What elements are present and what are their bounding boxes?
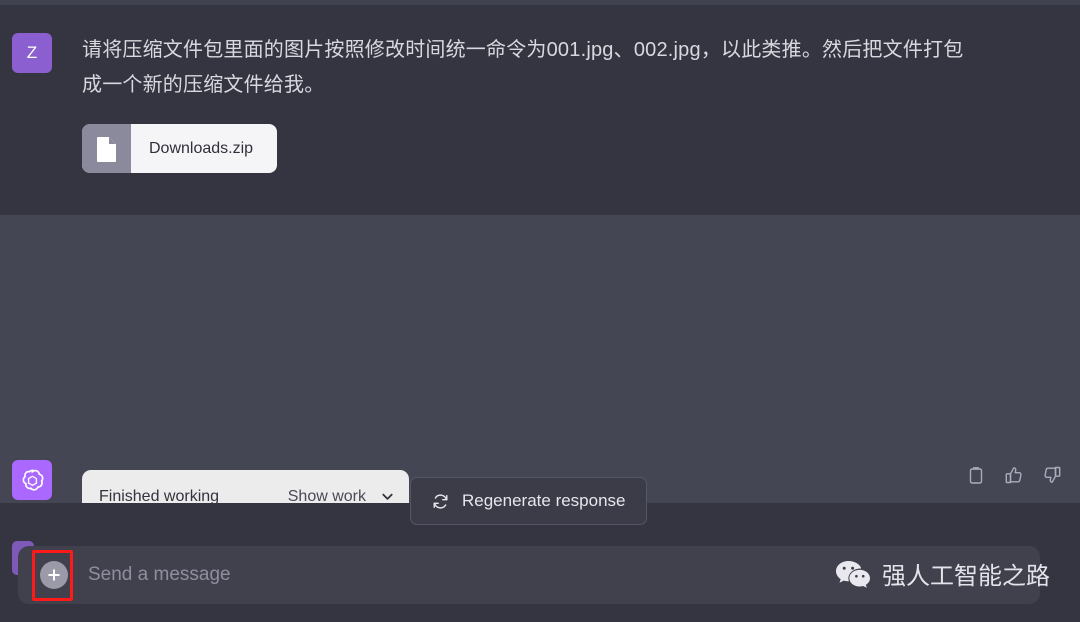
- assistant-avatar: [12, 460, 52, 500]
- assistant-message-turn: Finished working Show work 我已经将图片按照修改时间重…: [0, 215, 1080, 567]
- copy-icon[interactable]: [966, 465, 986, 485]
- wechat-icon: [835, 559, 871, 589]
- user-message-text: 请将压缩文件包里面的图片按照修改时间统一命令为001.jpg、002.jpg，以…: [82, 39, 964, 96]
- user-message-turn: Z 请将压缩文件包里面的图片按照修改时间统一命令为001.jpg、002.jpg…: [0, 5, 1080, 215]
- message-actions: [966, 465, 1062, 485]
- user-avatar-initial: Z: [26, 43, 38, 62]
- thumbs-up-icon[interactable]: [1004, 465, 1024, 485]
- watermark: 强人工智能之路: [835, 556, 1050, 591]
- openai-logo-icon: [19, 467, 46, 494]
- message-input-placeholder[interactable]: Send a message: [88, 564, 231, 586]
- plus-icon: [46, 567, 62, 583]
- regenerate-response-button[interactable]: Regenerate response: [410, 477, 647, 525]
- attachment-chip[interactable]: Downloads.zip: [82, 124, 278, 173]
- chevron-down-icon: [380, 489, 395, 504]
- regenerate-response-label: Regenerate response: [462, 491, 626, 510]
- watermark-text: 强人工智能之路: [882, 563, 1050, 590]
- add-attachment-button[interactable]: [40, 561, 68, 589]
- thumbs-down-icon[interactable]: [1042, 465, 1062, 485]
- refresh-icon: [431, 492, 450, 511]
- file-icon: [82, 124, 131, 173]
- chatgpt-conversation-screen: Z 请将压缩文件包里面的图片按照修改时间统一命令为001.jpg、002.jpg…: [0, 0, 1080, 622]
- user-avatar: Z: [12, 33, 52, 73]
- attachment-filename: Downloads.zip: [149, 139, 254, 157]
